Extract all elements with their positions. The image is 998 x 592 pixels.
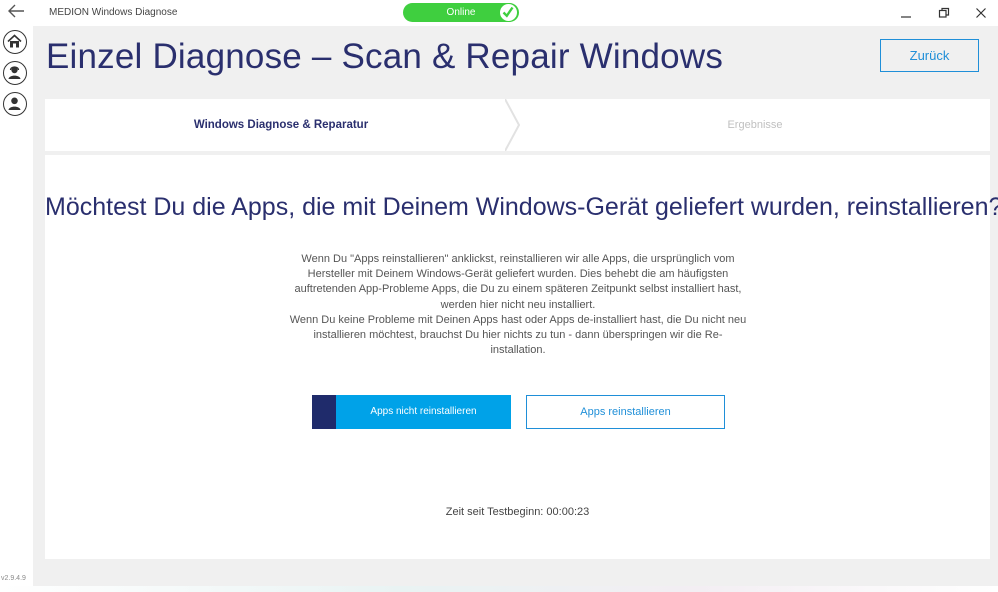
page-title: Einzel Diagnose – Scan & Repair Windows bbox=[46, 37, 724, 76]
left-rail: v2.9.4.9 bbox=[0, 0, 33, 592]
button-stripe bbox=[312, 395, 336, 429]
description-text: Wenn Du "Apps reinstallieren" anklickst,… bbox=[288, 252, 748, 358]
back-arrow-icon[interactable] bbox=[6, 2, 26, 20]
restore-icon[interactable] bbox=[933, 4, 955, 22]
step-results: Ergebnisse bbox=[727, 119, 783, 131]
app-title: MEDION Windows Diagnose bbox=[49, 7, 178, 18]
close-icon[interactable] bbox=[970, 4, 992, 22]
elapsed-time-label: Zeit seit Testbeginn: 00:00:23 bbox=[445, 506, 590, 518]
question-heading: Möchtest Du die Apps, die mit Deinem Win… bbox=[45, 193, 998, 221]
description-paragraph-2: Wenn Du keine Probleme mit Deinen Apps h… bbox=[289, 313, 747, 357]
minimize-icon[interactable] bbox=[895, 4, 917, 22]
back-button[interactable]: Zurück bbox=[880, 39, 979, 72]
home-icon[interactable] bbox=[3, 30, 27, 54]
step-diagnose: Windows Diagnose & Reparatur bbox=[193, 119, 369, 131]
description-paragraph-1: Wenn Du "Apps reinstallieren" anklickst,… bbox=[294, 253, 742, 311]
reinstall-apps-button[interactable]: Apps reinstallieren bbox=[526, 395, 725, 429]
steps-bar: Windows Diagnose & Reparatur Ergebnisse bbox=[45, 99, 990, 151]
skip-reinstall-button[interactable]: Apps nicht reinstallieren bbox=[312, 395, 511, 429]
main-panel: Möchtest Du die Apps, die mit Deinem Win… bbox=[45, 155, 998, 559]
title-bar: MEDION Windows Diagnose Online bbox=[33, 0, 998, 26]
user-support-icon[interactable] bbox=[3, 61, 27, 85]
skip-reinstall-label: Apps nicht reinstallieren bbox=[370, 406, 477, 417]
version-label: v2.9.4.9 bbox=[1, 575, 26, 582]
user-icon[interactable] bbox=[3, 92, 27, 116]
step-chevron-icon bbox=[505, 99, 521, 151]
check-icon bbox=[499, 3, 518, 22]
bottom-strip bbox=[0, 586, 998, 592]
online-status-badge: Online bbox=[403, 3, 519, 22]
